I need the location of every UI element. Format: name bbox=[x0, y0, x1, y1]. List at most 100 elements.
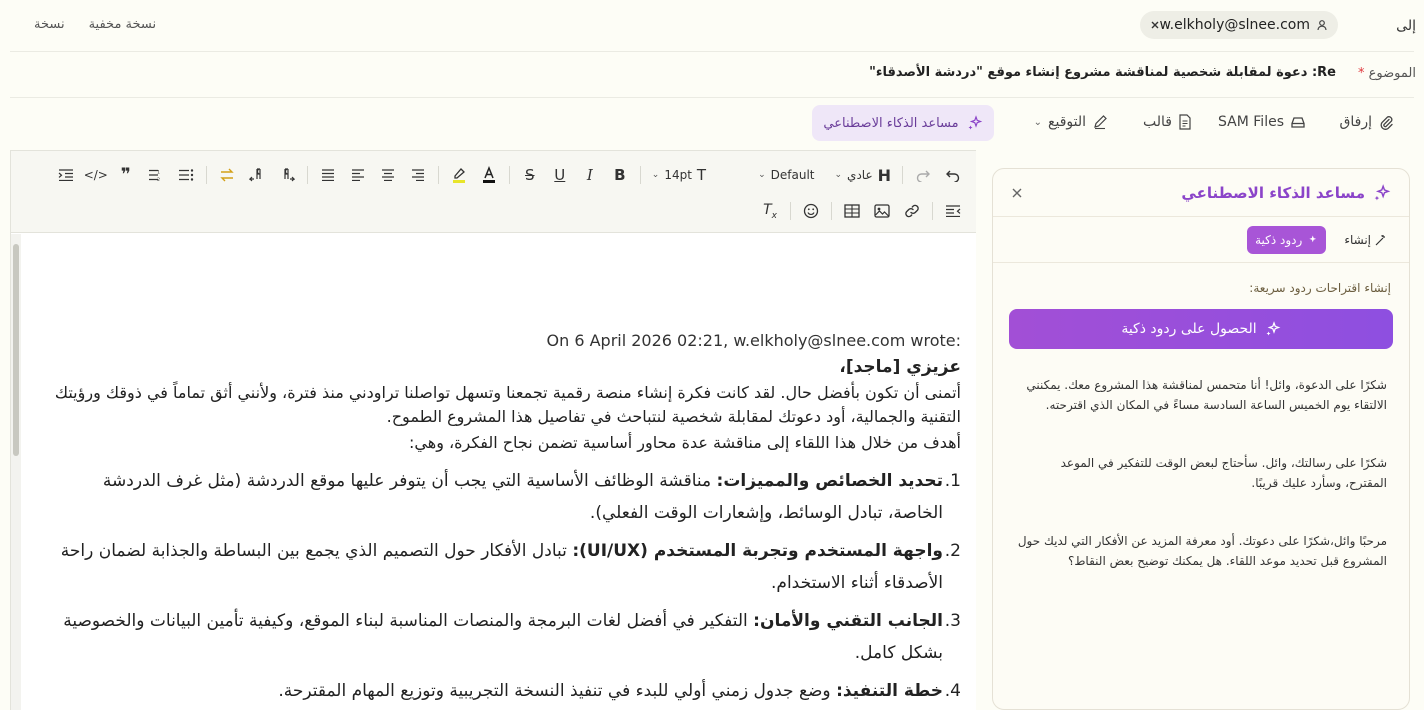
align-left-icon[interactable] bbox=[343, 163, 373, 187]
recipient-email: w.elkholy@slnee.com bbox=[1159, 17, 1310, 33]
subject-label-text: الموضوع bbox=[1368, 66, 1416, 81]
clear-format-icon[interactable]: Tx bbox=[755, 199, 785, 223]
get-smart-replies-button[interactable]: الحصول على ردود ذكية bbox=[1009, 309, 1393, 349]
greeting: عزيزي [ماجد]، bbox=[839, 357, 961, 377]
align-justify-icon[interactable] bbox=[313, 163, 343, 187]
italic-icon[interactable]: I bbox=[575, 163, 605, 187]
outdent-icon[interactable] bbox=[938, 199, 968, 223]
code-icon[interactable]: </> bbox=[81, 163, 111, 187]
sam-files-button[interactable]: SAM Files bbox=[1218, 114, 1306, 130]
ltr-direction-icon[interactable] bbox=[272, 163, 302, 187]
text-color-icon[interactable] bbox=[474, 163, 504, 187]
compose-action-bar: إرفاق SAM Files قالب التوقيع ⌄ مساعد الذ… bbox=[10, 98, 1414, 150]
sparkles-icon bbox=[1306, 234, 1318, 246]
pen-icon bbox=[1092, 114, 1108, 130]
indent-icon[interactable] bbox=[51, 163, 81, 187]
blockquote-icon[interactable]: ❞ bbox=[111, 163, 141, 187]
strikethrough-icon[interactable]: S bbox=[515, 163, 545, 187]
align-right-icon[interactable] bbox=[403, 163, 433, 187]
drive-icon bbox=[1290, 114, 1306, 130]
subject-input[interactable]: Re: دعوة لمقابلة شخصية لمناقشة مشروع إنش… bbox=[869, 65, 1336, 80]
chevron-down-icon: ⌄ bbox=[834, 170, 843, 180]
get-smart-replies-label: الحصول على ردود ذكية bbox=[1121, 321, 1257, 337]
remove-recipient-icon[interactable] bbox=[1150, 20, 1160, 30]
intro-paragraph: أتمنى أن تكون بأفضل حال. لقد كانت فكرة إ… bbox=[54, 383, 961, 426]
toolbar-divider bbox=[790, 202, 791, 220]
quote-header: On 6 April 2026 02:21, w.elkholy@slnee.c… bbox=[546, 331, 962, 350]
sparkles-icon bbox=[967, 115, 983, 131]
rtl-direction-icon[interactable] bbox=[242, 163, 272, 187]
chevron-down-icon: ⌄ bbox=[651, 170, 660, 180]
close-icon[interactable] bbox=[1011, 187, 1023, 199]
smart-reply-suggestion[interactable]: شكرًا على رسالتك، وائل. سأحتاج لبعض الوق… bbox=[1015, 453, 1387, 493]
table-icon[interactable] bbox=[837, 199, 867, 223]
sparkles-icon bbox=[1373, 183, 1391, 202]
list-item-title: واجهة المستخدم وتجربة المستخدم (UI/UX): bbox=[572, 541, 943, 561]
emoji-icon[interactable] bbox=[796, 199, 826, 223]
smart-reply-suggestion[interactable]: مرحبًا وائل،شكرًا على دعوتك. أود معرفة ا… bbox=[1015, 531, 1387, 571]
font-size-icon: T bbox=[696, 166, 707, 184]
highlight-icon[interactable] bbox=[444, 163, 474, 187]
font-family-dropdown[interactable]: Default ⌄ bbox=[752, 168, 820, 182]
numbered-list-icon[interactable]: 12 bbox=[141, 163, 171, 187]
cc-links: نسخة مخفية نسخة bbox=[34, 17, 156, 32]
bold-icon[interactable]: B bbox=[605, 163, 635, 187]
heading-style-value: عادي bbox=[847, 168, 873, 182]
toolbar-divider bbox=[831, 202, 832, 220]
image-icon[interactable] bbox=[867, 199, 897, 223]
list-item: 2. واجهة المستخدم وتجربة المستخدم (UI/UX… bbox=[45, 535, 961, 599]
ai-hint: إنشاء اقتراحات ردود سريعة: bbox=[1249, 281, 1391, 295]
message-editor[interactable]: H عادي ⌄ Default ⌄ T 14pt ⌄ B I U S 1 2 … bbox=[10, 150, 976, 710]
smart-reply-suggestion[interactable]: شكرًا على الدعوة، وائل! أنا متحمس لمناقش… bbox=[1015, 375, 1387, 415]
list-item-title: الجانب التقني والأمان: bbox=[753, 611, 943, 631]
heading-icon: H bbox=[877, 165, 891, 185]
template-label: قالب bbox=[1143, 114, 1172, 130]
font-size-dropdown[interactable]: T 14pt ⌄ bbox=[646, 166, 712, 184]
required-mark: * bbox=[1358, 66, 1365, 81]
chevron-down-icon: ⌄ bbox=[758, 170, 766, 180]
cc-link[interactable]: نسخة bbox=[34, 17, 65, 32]
editor-content[interactable]: On 6 April 2026 02:21, w.elkholy@slnee.c… bbox=[45, 251, 961, 710]
document-icon bbox=[1178, 114, 1192, 130]
recipient-chip[interactable]: w.elkholy@slnee.com bbox=[1140, 11, 1338, 39]
editor-scrollbar[interactable] bbox=[11, 234, 21, 710]
toolbar-divider bbox=[205, 166, 207, 184]
bullet-list-icon[interactable] bbox=[171, 163, 201, 187]
signature-dropdown[interactable]: التوقيع ⌄ bbox=[1034, 114, 1108, 130]
undo-icon[interactable] bbox=[938, 163, 968, 187]
toolbar-row-2: Tx bbox=[755, 199, 968, 223]
chevron-down-icon: ⌄ bbox=[1033, 116, 1043, 128]
attach-button[interactable]: إرفاق bbox=[1340, 114, 1394, 130]
toolbar-divider bbox=[639, 166, 641, 184]
user-icon bbox=[1316, 19, 1328, 31]
toolbar-divider bbox=[437, 166, 439, 184]
list-item: 3. الجانب التقني والأمان: التفكير في أفض… bbox=[45, 605, 961, 669]
tab-smart-replies[interactable]: ردود ذكية bbox=[1247, 225, 1327, 254]
list-number: 3. bbox=[944, 611, 961, 631]
ai-panel-title: مساعد الذكاء الاصطناعي bbox=[1181, 184, 1391, 202]
bcc-link[interactable]: نسخة مخفية bbox=[89, 17, 157, 32]
heading-style-dropdown[interactable]: H عادي ⌄ bbox=[829, 166, 898, 185]
attach-label: إرفاق bbox=[1339, 114, 1372, 130]
toolbar-row-1: H عادي ⌄ Default ⌄ T 14pt ⌄ B I U S 1 2 … bbox=[51, 163, 968, 187]
list-number: 2. bbox=[944, 541, 961, 561]
tab-create[interactable]: إنشاء bbox=[1336, 226, 1395, 254]
list-number: 4. bbox=[944, 681, 961, 701]
ai-panel-title-text: مساعد الذكاء الاصطناعي bbox=[1181, 183, 1365, 202]
sparkles-icon bbox=[1265, 321, 1281, 337]
scrollbar-thumb[interactable] bbox=[13, 244, 19, 456]
template-button[interactable]: قالب bbox=[1143, 114, 1192, 130]
swap-direction-icon[interactable] bbox=[212, 163, 242, 187]
magic-wand-icon bbox=[1375, 234, 1387, 246]
purpose-paragraph: أهدف من خلال هذا اللقاء إلى مناقشة عدة م… bbox=[409, 433, 961, 452]
ai-assistant-button[interactable]: مساعد الذكاء الاصطناعي bbox=[812, 105, 994, 141]
align-center-icon[interactable] bbox=[373, 163, 403, 187]
ai-assistant-panel: مساعد الذكاء الاصطناعي إنشاء ردود ذكية إ… bbox=[992, 168, 1410, 710]
to-label: إلى bbox=[1396, 18, 1416, 34]
redo-icon[interactable] bbox=[908, 163, 938, 187]
underline-icon[interactable]: U bbox=[545, 163, 575, 187]
tab-smart-replies-label: ردود ذكية bbox=[1255, 232, 1303, 247]
link-icon[interactable] bbox=[897, 199, 927, 223]
tab-create-label: إنشاء bbox=[1344, 232, 1371, 247]
toolbar-divider bbox=[306, 166, 308, 184]
